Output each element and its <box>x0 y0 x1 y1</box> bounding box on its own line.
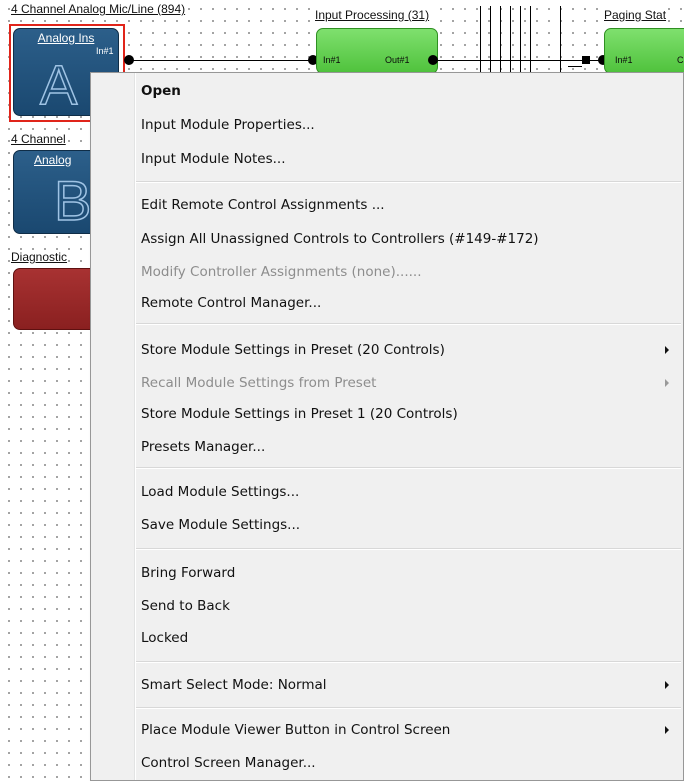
menu-separator <box>136 323 681 325</box>
menu-item-edit-remote-control[interactable]: Edit Remote Control Assignments ... <box>141 193 385 217</box>
wire[interactable] <box>128 60 312 61</box>
menu-item-smart-select-mode[interactable]: Smart Select Mode: Normal <box>141 673 327 697</box>
menu-separator <box>136 181 681 183</box>
menu-item-place-module-viewer[interactable]: Place Module Viewer Button in Control Sc… <box>141 718 450 742</box>
submenu-arrow-icon <box>665 681 669 689</box>
wire <box>490 6 491 72</box>
menu-item-save-settings[interactable]: Save Module Settings... <box>141 513 300 537</box>
wire <box>480 6 481 72</box>
context-menu: Open Input Module Properties... Input Mo… <box>90 72 684 781</box>
port-label: In#1 <box>323 55 341 65</box>
menu-item-send-to-back[interactable]: Send to Back <box>141 594 230 618</box>
port-label: In#1 <box>96 46 114 56</box>
menu-item-open[interactable]: Open <box>141 79 181 103</box>
module-paging[interactable]: In#1 C <box>604 28 684 74</box>
menu-item-input-module-properties[interactable]: Input Module Properties... <box>141 113 315 137</box>
menu-item-store-preset[interactable]: Store Module Settings in Preset (20 Cont… <box>141 338 683 362</box>
menu-separator <box>136 661 681 663</box>
menu-item-presets-manager[interactable]: Presets Manager... <box>141 435 265 459</box>
junction-square <box>582 56 590 64</box>
module-input-processing[interactable]: In#1 Out#1 <box>316 28 438 74</box>
wire <box>500 6 501 72</box>
menu-item-input-module-notes[interactable]: Input Module Notes... <box>141 147 286 171</box>
wire <box>520 6 521 72</box>
module-title-analog-ins: 4 Channel Analog Mic/Line (894) <box>10 2 187 16</box>
port-label: Out#1 <box>385 55 410 65</box>
module-title-input-processing: Input Processing (31) <box>314 8 431 22</box>
module-letter: A <box>39 53 78 116</box>
menu-item-recall-preset: Recall Module Settings from Preset <box>141 375 377 391</box>
menu-item-modify-controller: Modify Controller Assignments (none)....… <box>141 264 422 280</box>
wire[interactable] <box>438 60 606 61</box>
submenu-arrow-icon <box>665 726 669 734</box>
output-port-dot[interactable] <box>428 55 438 65</box>
wire <box>560 6 561 72</box>
menu-separator <box>136 467 681 469</box>
menu-item-locked[interactable]: Locked <box>141 626 188 650</box>
menu-icon-gutter <box>91 73 136 780</box>
wire <box>510 6 511 72</box>
menu-separator <box>136 548 681 550</box>
module-title-paging: Paging Stat <box>603 8 668 22</box>
menu-separator <box>136 707 681 709</box>
wire <box>530 6 531 72</box>
port-label: C <box>677 55 684 65</box>
menu-item-remote-control-manager[interactable]: Remote Control Manager... <box>141 291 321 315</box>
submenu-arrow-icon <box>665 379 669 387</box>
module-label: Analog Ins <box>37 31 95 45</box>
menu-item-store-preset-1[interactable]: Store Module Settings in Preset 1 (20 Co… <box>141 402 458 426</box>
module-title-analog-b: 4 Channel <box>10 132 67 146</box>
module-title-diagnostic: Diagnostic <box>10 250 69 264</box>
module-letter: B <box>53 169 92 232</box>
menu-item-assign-all-controls[interactable]: Assign All Unassigned Controls to Contro… <box>141 227 539 251</box>
wire <box>568 66 582 67</box>
submenu-arrow-icon <box>665 346 669 354</box>
port-label: In#1 <box>615 55 633 65</box>
menu-item-control-screen-manager[interactable]: Control Screen Manager... <box>141 751 316 775</box>
menu-item-bring-forward[interactable]: Bring Forward <box>141 561 235 585</box>
menu-item-load-settings[interactable]: Load Module Settings... <box>141 480 299 504</box>
